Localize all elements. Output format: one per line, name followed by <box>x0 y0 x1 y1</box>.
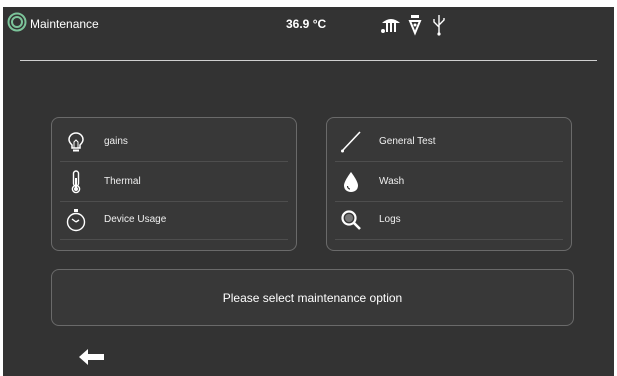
row-divider <box>335 239 563 240</box>
option-label: gains <box>104 136 128 147</box>
option-device-usage[interactable]: Device Usage <box>58 202 290 240</box>
header-bar: Maintenance 36.9 °C <box>3 7 614 43</box>
back-arrow-icon[interactable] <box>78 348 106 366</box>
thermometer-icon <box>71 170 81 194</box>
left-options-panel: gains Thermal Device Usage <box>51 117 297 251</box>
option-label: Thermal <box>104 176 141 187</box>
option-general-test[interactable]: General Test <box>333 124 565 162</box>
row-divider <box>60 239 288 240</box>
droplet-icon <box>344 172 358 192</box>
page-title: Maintenance <box>30 17 99 31</box>
stopwatch-icon <box>66 209 86 232</box>
message-box: Please select maintenance option <box>51 269 574 326</box>
right-options-panel: General Test Wash Logs <box>326 117 572 251</box>
temperature-readout: 36.9 °C <box>286 17 327 31</box>
logo-icon <box>7 12 27 32</box>
option-label: Wash <box>379 176 405 187</box>
option-thermal[interactable]: Thermal <box>58 164 290 202</box>
row-divider <box>335 161 563 162</box>
option-label: General Test <box>379 136 436 147</box>
usb-icon <box>433 15 445 36</box>
status-message: Please select maintenance option <box>222 291 403 305</box>
option-wash[interactable]: Wash <box>333 164 565 202</box>
magnifier-icon <box>341 210 361 230</box>
lightbulb-icon <box>68 132 84 152</box>
option-gains[interactable]: gains <box>58 124 290 162</box>
maintenance-screen: Maintenance 36.9 °C gains Thermal Device… <box>3 7 614 376</box>
header-divider <box>20 60 597 61</box>
option-logs[interactable]: Logs <box>333 202 565 240</box>
spray-nozzle-icon <box>381 19 400 33</box>
wand-icon <box>341 131 361 153</box>
option-label: Logs <box>379 214 401 225</box>
pen-nib-icon <box>408 15 422 36</box>
option-label: Device Usage <box>104 214 167 225</box>
row-divider <box>60 161 288 162</box>
